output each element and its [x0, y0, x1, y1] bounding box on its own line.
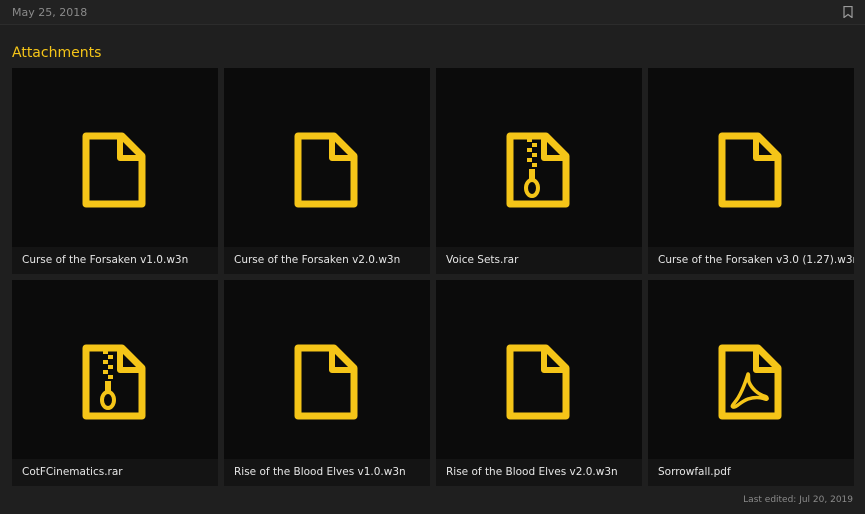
post-header: May 25, 2018: [0, 0, 865, 25]
attachment-name[interactable]: Curse of the Forsaken v2.0.w3n: [224, 247, 430, 274]
zip-file-icon: [82, 344, 146, 420]
file-icon: [294, 344, 358, 420]
attachment-tile[interactable]: CotFCinematics.rar: [12, 280, 218, 486]
file-icon: [82, 132, 146, 208]
attachment-tile[interactable]: Voice Sets.rar: [436, 68, 642, 274]
pdf-file-icon: [718, 344, 782, 420]
attachment-name[interactable]: Rise of the Blood Elves v1.0.w3n: [224, 459, 430, 486]
attachment-tile[interactable]: Curse of the Forsaken v1.0.w3n: [12, 68, 218, 274]
attachment-tile[interactable]: Sorrowfall.pdf: [648, 280, 854, 486]
bookmark-icon[interactable]: [843, 6, 853, 18]
attachment-name[interactable]: Sorrowfall.pdf: [648, 459, 854, 486]
file-icon: [718, 132, 782, 208]
attachment-tile[interactable]: Curse of the Forsaken v2.0.w3n: [224, 68, 430, 274]
attachment-tile[interactable]: Rise of the Blood Elves v2.0.w3n: [436, 280, 642, 486]
zip-file-icon: [506, 132, 570, 208]
file-icon: [506, 344, 570, 420]
post-date: May 25, 2018: [12, 6, 88, 19]
attachment-name[interactable]: Curse of the Forsaken v1.0.w3n: [12, 247, 218, 274]
attachment-name[interactable]: Rise of the Blood Elves v2.0.w3n: [436, 459, 642, 486]
attachment-name[interactable]: CotFCinematics.rar: [12, 459, 218, 486]
attachment-tile[interactable]: Rise of the Blood Elves v1.0.w3n: [224, 280, 430, 486]
attachment-name[interactable]: Voice Sets.rar: [436, 247, 642, 274]
attachments-title: Attachments: [12, 45, 102, 61]
attachments-grid: Curse of the Forsaken v1.0.w3n Curse of …: [12, 68, 855, 486]
attachment-tile[interactable]: Curse of the Forsaken v3.0 (1.27).w3n: [648, 68, 854, 274]
attachment-name[interactable]: Curse of the Forsaken v3.0 (1.27).w3n: [648, 247, 854, 274]
file-icon: [294, 132, 358, 208]
last-edited-label: Last edited: Jul 20, 2019: [743, 495, 853, 505]
